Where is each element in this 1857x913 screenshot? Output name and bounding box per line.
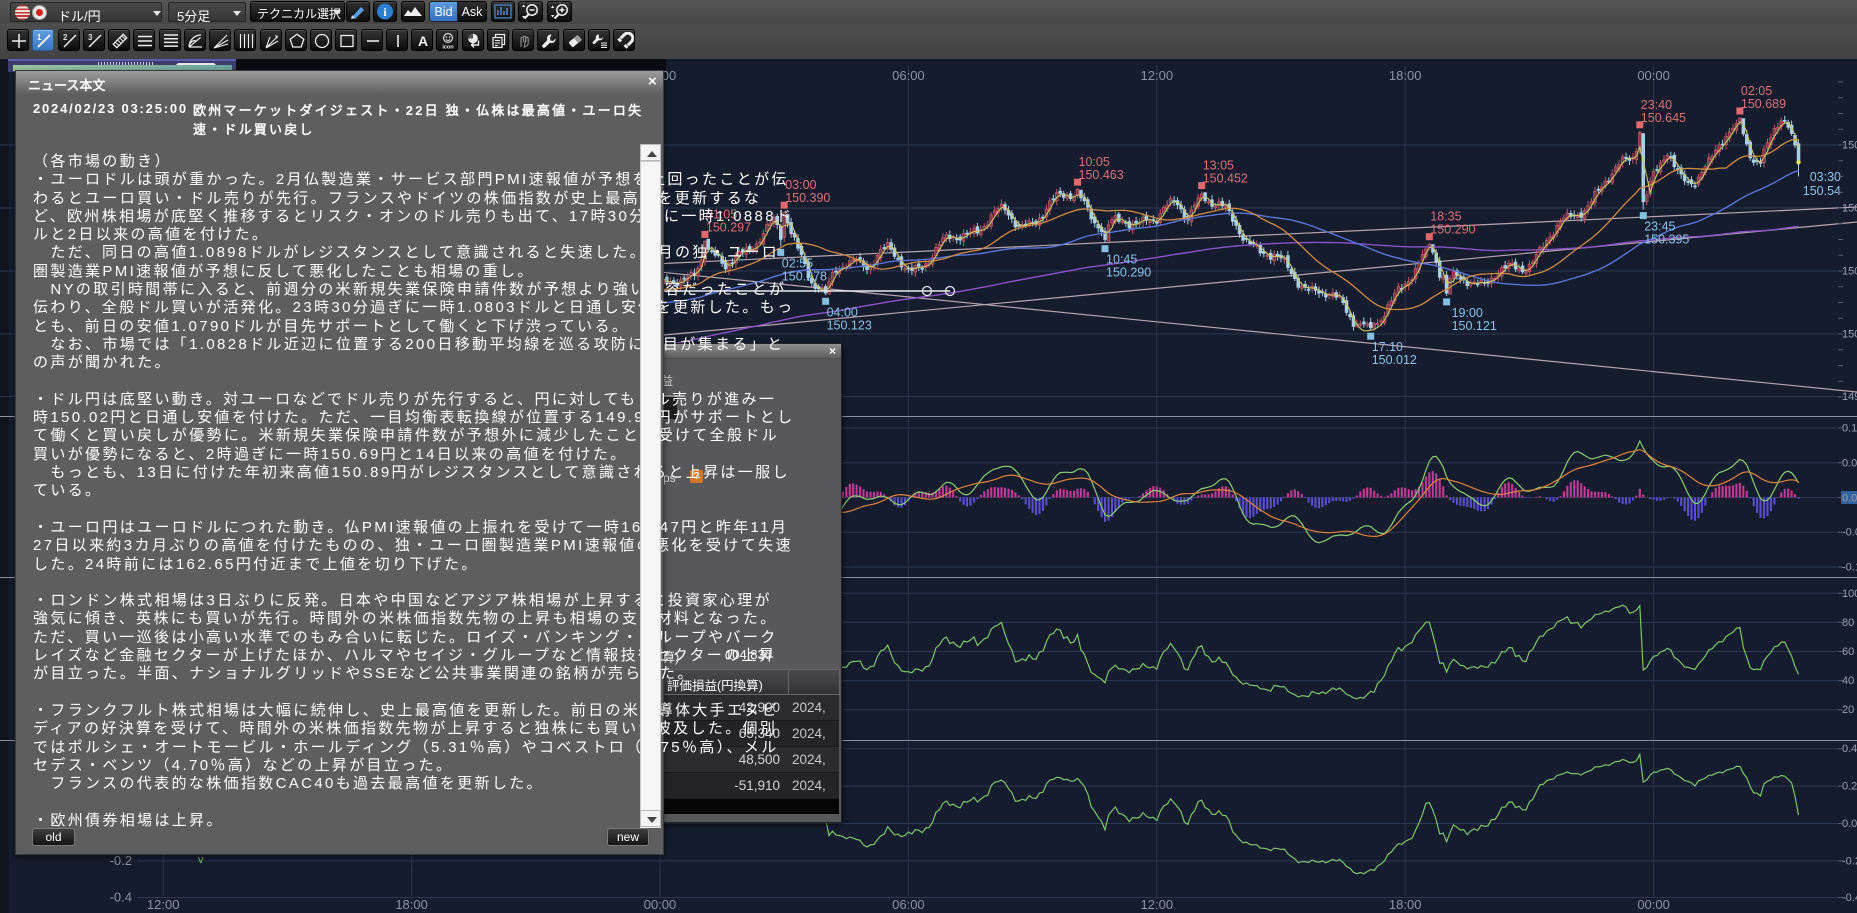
svg-text:0.00: 0.00 bbox=[1842, 493, 1857, 505]
svg-text:-0.2: -0.2 bbox=[1842, 855, 1857, 867]
svg-text:19:00: 19:00 bbox=[1452, 306, 1483, 320]
svg-text:150.: 150. bbox=[1842, 203, 1857, 215]
svg-text:150.54: 150.54 bbox=[1803, 184, 1841, 198]
svg-text:150.645: 150.645 bbox=[1641, 111, 1686, 125]
svg-text:A: A bbox=[418, 33, 428, 49]
svg-text:40: 40 bbox=[1842, 675, 1854, 687]
svg-text:1: 1 bbox=[37, 33, 42, 42]
svg-text:150.121: 150.121 bbox=[1452, 319, 1497, 333]
svg-text:149.: 149. bbox=[1842, 391, 1857, 403]
svg-text:-0.1: -0.1 bbox=[1842, 562, 1857, 574]
svg-text:60: 60 bbox=[1842, 646, 1854, 658]
svg-text:150.463: 150.463 bbox=[1079, 168, 1124, 182]
svg-text:-0.2: -0.2 bbox=[110, 853, 132, 868]
svg-text:00:00: 00:00 bbox=[1637, 68, 1670, 83]
svg-text:10:45: 10:45 bbox=[1106, 253, 1137, 267]
svg-text:v: v bbox=[198, 854, 204, 866]
svg-text:0.2: 0.2 bbox=[1842, 781, 1857, 793]
svg-text:06:00: 06:00 bbox=[892, 68, 925, 83]
svg-text:2: 2 bbox=[63, 33, 68, 42]
svg-text:0.0: 0.0 bbox=[1842, 818, 1857, 830]
svg-text:00:00: 00:00 bbox=[1637, 897, 1670, 912]
svg-text:10:05: 10:05 bbox=[1079, 155, 1110, 169]
svg-text:150.290: 150.290 bbox=[1106, 266, 1151, 280]
svg-text:0.4: 0.4 bbox=[1842, 743, 1857, 755]
svg-text:12:00: 12:00 bbox=[147, 897, 180, 912]
svg-text:150.123: 150.123 bbox=[827, 318, 872, 332]
svg-text:0.05: 0.05 bbox=[1842, 457, 1857, 469]
svg-text:00:00: 00:00 bbox=[644, 897, 677, 912]
svg-text:03:30: 03:30 bbox=[1810, 170, 1841, 184]
svg-text:-0.4: -0.4 bbox=[1842, 892, 1857, 904]
svg-text:18:35: 18:35 bbox=[1430, 210, 1461, 224]
svg-text:150.689: 150.689 bbox=[1741, 97, 1786, 111]
svg-text:18:00: 18:00 bbox=[1389, 68, 1422, 83]
svg-text:18:00: 18:00 bbox=[395, 897, 428, 912]
svg-text:23:40: 23:40 bbox=[1641, 98, 1672, 112]
svg-text:20: 20 bbox=[1842, 704, 1854, 716]
svg-text:12:00: 12:00 bbox=[1141, 68, 1174, 83]
svg-text:150.012: 150.012 bbox=[1372, 353, 1417, 367]
svg-text:80: 80 bbox=[1842, 617, 1854, 629]
svg-text:0.1: 0.1 bbox=[1842, 423, 1857, 435]
svg-text:150.395: 150.395 bbox=[1644, 233, 1689, 247]
svg-text:100: 100 bbox=[1842, 588, 1857, 600]
svg-text:13:05: 13:05 bbox=[1203, 159, 1234, 173]
svg-text:04:00: 04:00 bbox=[827, 305, 858, 319]
svg-text:3: 3 bbox=[88, 33, 93, 42]
svg-text:02:05: 02:05 bbox=[1741, 84, 1772, 98]
svg-text:150.: 150. bbox=[1842, 329, 1857, 341]
svg-text:-0.4: -0.4 bbox=[110, 890, 132, 905]
svg-text:-0.0: -0.0 bbox=[1842, 527, 1857, 539]
svg-text:150.290: 150.290 bbox=[1430, 223, 1475, 237]
svg-text:18:00: 18:00 bbox=[1389, 897, 1422, 912]
svg-text:150.: 150. bbox=[1842, 266, 1857, 278]
svg-text:06:00: 06:00 bbox=[892, 897, 925, 912]
svg-text:150.: 150. bbox=[1842, 140, 1857, 152]
svg-text:17:10: 17:10 bbox=[1372, 340, 1403, 354]
svg-text:12:00: 12:00 bbox=[1141, 897, 1174, 912]
svg-text:icon: icon bbox=[443, 45, 455, 51]
svg-text:23:45: 23:45 bbox=[1644, 220, 1675, 234]
svg-text:150.452: 150.452 bbox=[1203, 172, 1248, 186]
